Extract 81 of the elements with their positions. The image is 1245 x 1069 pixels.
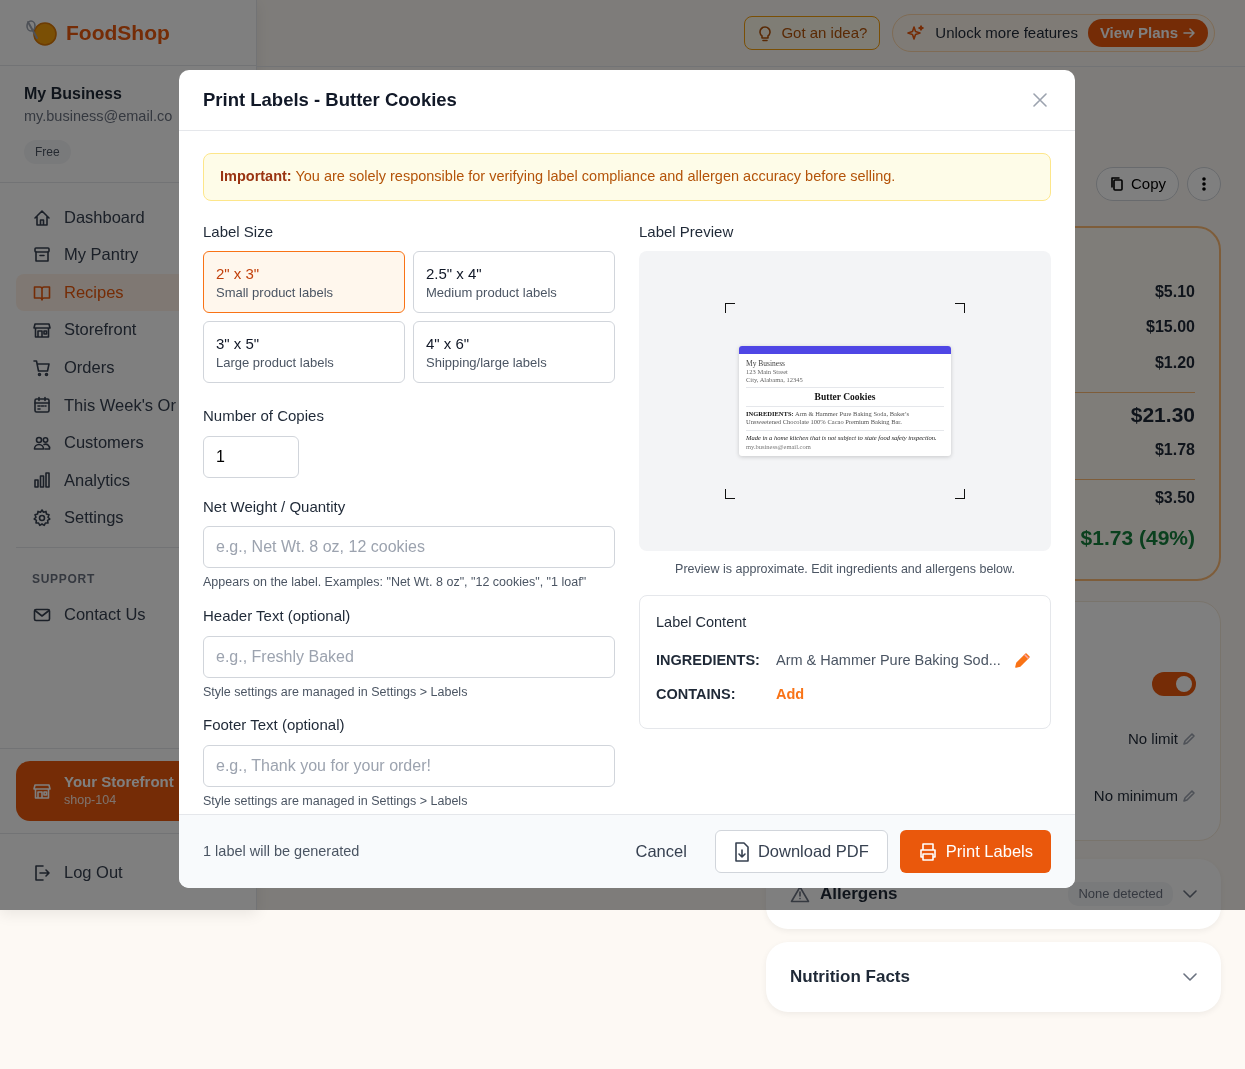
label-size-option[interactable]: 4" x 6" Shipping/large labels bbox=[413, 321, 615, 384]
text-field[interactable]: e.g., Freshly Baked bbox=[203, 635, 615, 678]
crop-mark bbox=[955, 489, 965, 500]
view-plans-button[interactable]: View Plans bbox=[1087, 18, 1208, 48]
preview-caption: Preview is approximate. Edit ingredients and allergens below. bbox=[674, 561, 1016, 579]
toggle-switch[interactable] bbox=[1152, 672, 1196, 696]
field-label: Number of Copies bbox=[203, 406, 325, 427]
cancel-button[interactable]: Cancel bbox=[619, 831, 703, 872]
promo-text: Unlock more features bbox=[935, 22, 1078, 43]
label-size-option[interactable]: 2" x 3" Small product labels bbox=[203, 251, 405, 314]
warning-icon bbox=[790, 885, 810, 903]
section-heading: SUPPORT bbox=[32, 570, 96, 588]
copy-button[interactable]: Copy bbox=[1095, 167, 1179, 201]
panel-title: Nutrition Facts bbox=[790, 966, 910, 989]
plan-badge: Free bbox=[24, 139, 71, 164]
summary-text: 1 label will be generated bbox=[203, 841, 360, 861]
minimum-value: No minimum bbox=[1093, 785, 1178, 806]
add-link[interactable]: Add bbox=[776, 683, 805, 706]
crop-mark bbox=[955, 303, 965, 314]
file-download-icon bbox=[733, 841, 750, 862]
label-product-name: Butter Cookies bbox=[813, 390, 877, 404]
content-key: INGREDIENTS: bbox=[656, 649, 776, 672]
label-size-option[interactable]: 3" x 5" Large product labels bbox=[203, 321, 405, 384]
allergen-status: None detected bbox=[1068, 882, 1173, 906]
bar-chart-icon bbox=[32, 470, 52, 491]
limit-value: No limit bbox=[1128, 729, 1178, 749]
chevron-down-icon bbox=[1183, 973, 1197, 981]
card-title: Label Content bbox=[656, 613, 748, 632]
field-label: Label Size bbox=[203, 221, 275, 242]
printer-icon bbox=[917, 841, 938, 862]
logout-icon bbox=[32, 863, 52, 884]
more-vertical-icon bbox=[1202, 177, 1206, 191]
field-label: Label Preview bbox=[639, 221, 735, 242]
nutrition-panel[interactable]: Nutrition Facts bbox=[766, 942, 1221, 1012]
copy-icon bbox=[1108, 176, 1125, 192]
business-email: my.business@email.co bbox=[24, 107, 174, 126]
crop-mark bbox=[725, 303, 735, 314]
cost-value: $15.00 bbox=[1146, 317, 1195, 338]
arrow-right-icon bbox=[1182, 26, 1196, 40]
help-text: Style settings are managed in Settings > Labels bbox=[203, 683, 469, 701]
download-pdf-button[interactable]: Download PDF bbox=[714, 830, 888, 873]
dialog-title: Print Labels - Butter Cookies bbox=[203, 88, 457, 113]
more-button[interactable] bbox=[1187, 167, 1221, 201]
idea-button[interactable]: Got an idea? bbox=[744, 15, 881, 51]
cart-icon bbox=[32, 357, 52, 378]
cost-value: $5.10 bbox=[1154, 282, 1195, 302]
close-icon bbox=[1033, 93, 1047, 107]
cost-value: $1.20 bbox=[1154, 352, 1195, 373]
content-key: CONTAINS: bbox=[656, 683, 776, 706]
text-field[interactable]: e.g., Thank you for your order! bbox=[203, 744, 615, 787]
cost-value: $1.78 bbox=[1154, 440, 1195, 461]
copies-field[interactable]: 1 bbox=[203, 435, 299, 478]
business-name: My Business bbox=[24, 84, 122, 104]
calendar-icon bbox=[32, 395, 52, 416]
field-label: Footer Text (optional) bbox=[203, 715, 346, 736]
store-icon bbox=[32, 781, 52, 802]
content-value: Arm & Hammer Pure Baking Sod... bbox=[776, 650, 1001, 670]
pencil-icon bbox=[1012, 651, 1031, 670]
pencil-icon bbox=[1182, 732, 1196, 747]
notice-banner: Important: You are solely responsible for verifying label compliance and allergen accuracy before selling. bbox=[203, 153, 1051, 201]
print-labels-button[interactable]: Print Labels bbox=[899, 830, 1051, 873]
store-icon bbox=[32, 320, 52, 341]
gear-icon bbox=[32, 508, 52, 529]
label-size-option[interactable]: 2.5" x 4" Medium product labels bbox=[413, 251, 615, 314]
chevron-down-icon bbox=[1183, 890, 1197, 898]
help-text: Appears on the label. Examples: "Net Wt. 8 oz", "12 cookies", "1 loaf" bbox=[203, 574, 588, 592]
pencil-icon bbox=[1182, 788, 1196, 803]
storefront-slug: shop-104 bbox=[64, 791, 118, 809]
panel-title: Allergens bbox=[820, 883, 898, 906]
home-icon bbox=[32, 207, 52, 228]
text-field[interactable]: e.g., Net Wt. 8 oz, 12 cookies bbox=[203, 526, 615, 569]
cookie-whisk-logo-icon bbox=[24, 17, 60, 48]
brand-name[interactable]: FoodShop bbox=[66, 16, 170, 49]
profit-value: $1.73 (49%) bbox=[1080, 524, 1195, 551]
lightbulb-icon bbox=[757, 24, 774, 42]
sparkle-icon bbox=[907, 24, 926, 42]
total-cost-value: $21.30 bbox=[1130, 401, 1195, 428]
field-label: Header Text (optional) bbox=[203, 606, 352, 626]
cost-value: $3.50 bbox=[1154, 488, 1195, 509]
storefront-title: Your Storefront bbox=[64, 772, 174, 791]
crop-mark bbox=[725, 489, 735, 500]
